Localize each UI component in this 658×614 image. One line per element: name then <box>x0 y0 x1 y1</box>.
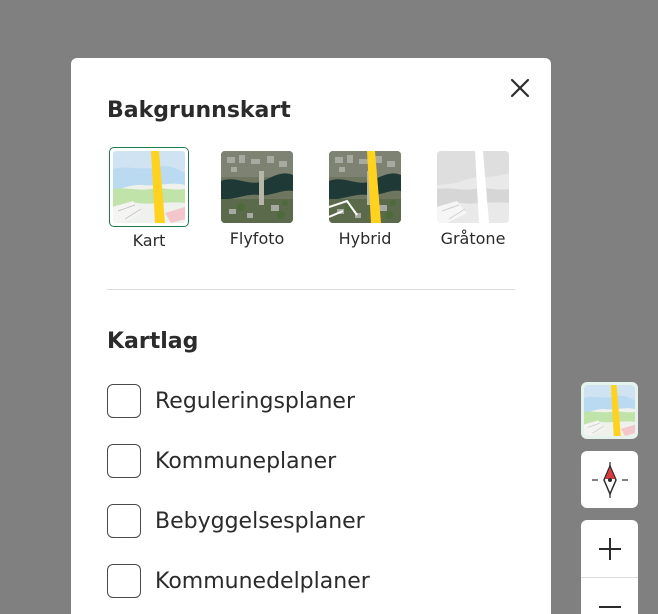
section-divider <box>107 289 515 290</box>
aerial-photo-thumbnail-icon <box>221 151 293 223</box>
close-icon[interactable] <box>508 76 532 100</box>
basemap-option-hybrid[interactable]: Hybrid <box>324 147 406 248</box>
layers-section-title: Kartlag <box>107 329 199 354</box>
map-thumbnail-icon <box>113 151 185 223</box>
minus-icon <box>598 605 621 608</box>
basemap-options: Kart Flyfoto Hybrid Gråtone <box>71 147 551 257</box>
zoom-controls <box>581 520 638 614</box>
map-thumbnail-icon <box>584 385 635 436</box>
basemap-label: Gråtone <box>440 229 506 248</box>
basemap-label: Kart <box>132 231 166 250</box>
basemap-option-kart[interactable]: Kart <box>108 147 190 250</box>
layer-kommuneplaner[interactable]: Kommuneplaner <box>107 444 336 478</box>
layer-checkbox[interactable] <box>107 444 141 478</box>
layer-checkbox[interactable] <box>107 564 141 598</box>
layer-label: Kommunedelplaner <box>155 568 370 594</box>
basemap-option-gratone[interactable]: Gråtone <box>432 147 514 248</box>
compass-button[interactable] <box>581 451 638 508</box>
basemap-toggle-button[interactable] <box>581 382 638 439</box>
basemap-option-flyfoto[interactable]: Flyfoto <box>216 147 298 248</box>
layer-kommunedelplaner[interactable]: Kommunedelplaner <box>107 564 370 598</box>
plus-icon <box>598 537 621 560</box>
zoom-in-button[interactable] <box>581 520 638 577</box>
layer-label: Bebyggelsesplaner <box>155 508 365 534</box>
compass-icon <box>591 461 628 498</box>
layer-label: Kommuneplaner <box>155 448 337 474</box>
layer-checkbox[interactable] <box>107 504 141 538</box>
hybrid-thumbnail-icon <box>329 151 401 223</box>
basemap-label: Flyfoto <box>229 229 285 248</box>
basemap-section-title: Bakgrunnskart <box>107 98 291 123</box>
basemap-label: Hybrid <box>338 229 392 248</box>
layer-bebyggelsesplaner[interactable]: Bebyggelsesplaner <box>107 504 365 538</box>
layer-checkbox[interactable] <box>107 384 141 418</box>
basemap-dialog: Bakgrunnskart Kart Flyfoto Hybrid Gråton… <box>71 58 551 614</box>
close-button[interactable] <box>508 76 532 100</box>
layer-label: Reguleringsplaner <box>155 388 355 414</box>
grayscale-thumbnail-icon <box>437 151 509 223</box>
layer-reguleringsplaner[interactable]: Reguleringsplaner <box>107 384 355 418</box>
zoom-out-button[interactable] <box>581 578 638 614</box>
